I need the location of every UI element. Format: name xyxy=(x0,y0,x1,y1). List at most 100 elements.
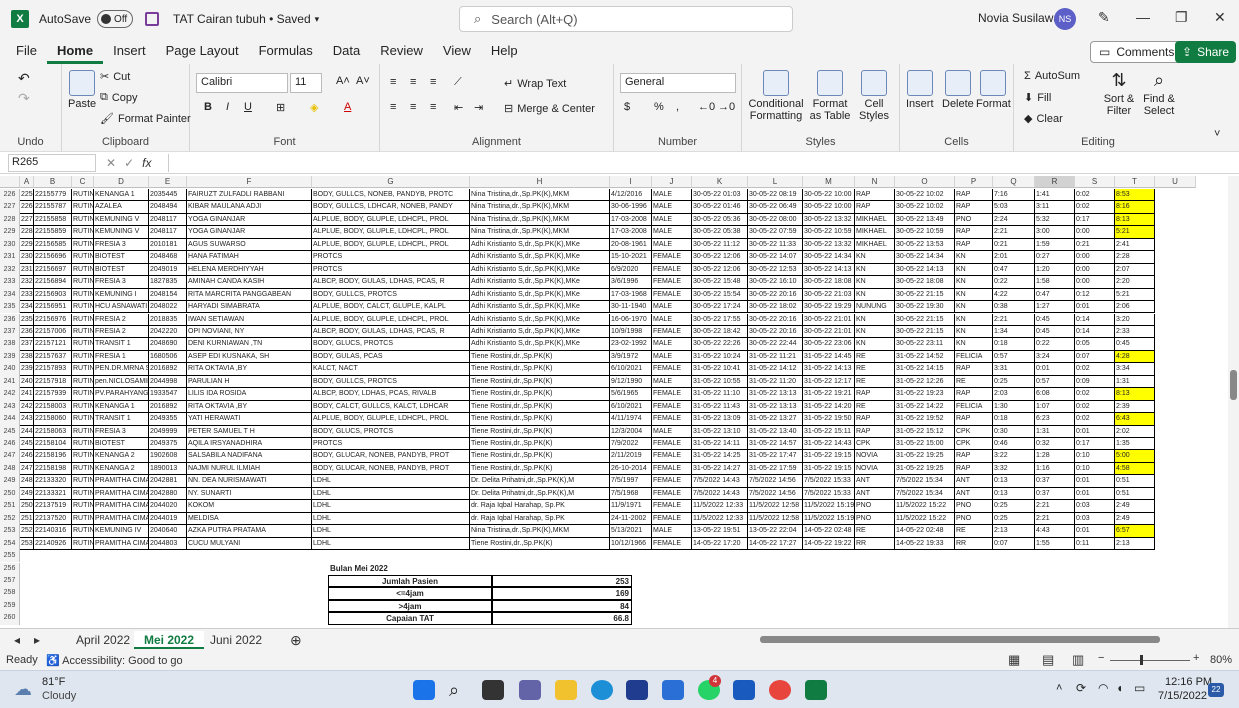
tab-file[interactable]: File xyxy=(6,38,47,64)
table-cell[interactable]: 238 xyxy=(20,350,34,364)
fill-color-icon[interactable]: ◈ xyxy=(310,101,318,114)
table-cell[interactable]: 22158196 xyxy=(34,450,72,463)
table-cell[interactable]: BODY, GULLCS, PROTCS xyxy=(312,375,470,389)
table-cell[interactable]: 22158060 xyxy=(34,413,72,426)
table-cell[interactable]: 22157893 xyxy=(34,363,72,376)
table-cell[interactable]: 3:00 xyxy=(1035,226,1075,239)
table-cell[interactable]: 31-05-22 13:10 xyxy=(692,425,748,438)
table-cell[interactable]: 2:06 xyxy=(1115,301,1155,314)
table-cell[interactable]: RUTIN xyxy=(72,400,94,414)
table-cell[interactable]: 31-05-22 14:20 xyxy=(803,400,855,414)
close-icon[interactable]: ✕ xyxy=(1214,9,1226,26)
table-cell[interactable]: BODY, GULAS, PCAS xyxy=(312,350,470,364)
table-cell[interactable]: MALE xyxy=(652,238,692,252)
table-cell[interactable]: 7/5/2022 15:33 xyxy=(803,475,855,488)
row-number[interactable]: 247 xyxy=(0,450,20,463)
table-cell[interactable]: RUTIN xyxy=(72,462,94,476)
excel-taskbar-icon[interactable] xyxy=(805,680,827,700)
table-cell[interactable]: 11/5/2022 12:33 xyxy=(692,512,748,526)
table-cell[interactable]: 22155787 xyxy=(34,201,72,214)
column-header-q[interactable]: Q xyxy=(993,176,1035,188)
table-cell[interactable]: RUTIN xyxy=(72,438,94,451)
table-cell[interactable]: FEMALE xyxy=(652,462,692,476)
table-cell[interactable]: RUTIN xyxy=(72,201,94,214)
table-cell[interactable]: 22157006 xyxy=(34,325,72,339)
table-cell[interactable]: 0:07 xyxy=(1075,350,1115,364)
table-cell[interactable]: 31-05-22 15:11 xyxy=(803,425,855,438)
table-cell[interactable]: 30-05-22 15:54 xyxy=(692,288,748,302)
table-cell[interactable]: 4:43 xyxy=(1035,525,1075,538)
column-header-b[interactable]: B xyxy=(34,176,72,188)
table-cell[interactable]: 30-05-22 12:06 xyxy=(692,263,748,277)
table-cell[interactable]: 0:00 xyxy=(1075,276,1115,289)
table-cell[interactable]: 1:55 xyxy=(1035,537,1075,551)
table-cell[interactable]: 30-11-1940 xyxy=(610,301,652,314)
table-cell[interactable]: RUTIN xyxy=(72,238,94,252)
table-cell[interactable]: 228 xyxy=(20,226,34,239)
table-cell[interactable]: 7/9/2022 xyxy=(610,438,652,451)
table-cell[interactable]: FAIRUZT ZULFADLI RABBANI xyxy=(187,189,312,202)
table-cell[interactable]: 1:31 xyxy=(1115,375,1155,389)
table-cell[interactable]: MIKHAEL xyxy=(855,238,895,252)
table-cell[interactable]: 0:17 xyxy=(1075,213,1115,227)
row-number[interactable]: 237 xyxy=(0,325,20,339)
accessibility-status[interactable]: ♿ Accessibility: Good to go xyxy=(46,654,183,667)
column-header-l[interactable]: L xyxy=(748,176,803,188)
table-cell[interactable]: RAP xyxy=(955,462,993,476)
table-cell[interactable]: MALE xyxy=(652,525,692,538)
find-select-button[interactable]: ⌕ Find & Select xyxy=(1140,70,1178,117)
table-cell[interactable]: FRESIA 1 xyxy=(94,350,149,364)
table-cell[interactable]: 231 xyxy=(20,263,34,277)
table-cell[interactable]: 14-05-22 17:20 xyxy=(692,537,748,551)
table-cell[interactable]: MALE xyxy=(652,226,692,239)
table-cell[interactable]: ALPLUE, BODY, GLUPLE, LDHCPL, PROL xyxy=(312,413,470,426)
table-cell[interactable]: PNO xyxy=(955,500,993,513)
table-cell[interactable]: Tiene Rostini,dr.,Sp.PK(K) xyxy=(470,425,610,438)
increase-font-icon[interactable]: A˄ xyxy=(336,75,350,87)
table-cell[interactable]: 31-05-22 19:25 xyxy=(895,450,955,463)
table-cell[interactable]: 30-05-22 21:03 xyxy=(803,288,855,302)
table-cell[interactable]: 2:49 xyxy=(1115,512,1155,526)
table-cell[interactable]: PROTCS xyxy=(312,251,470,264)
align-bottom-icon[interactable]: ≡ xyxy=(430,76,436,88)
table-cell[interactable]: 30-05-22 19:29 xyxy=(803,301,855,314)
table-cell[interactable]: 2049375 xyxy=(149,438,187,451)
table-cell[interactable]: ALBCP, BODY, GULAS, LDHAS, PCAS, R xyxy=(312,325,470,339)
table-cell[interactable]: PROTCS xyxy=(312,263,470,277)
prev-sheet-icon[interactable]: ◂ xyxy=(10,631,24,649)
table-cell[interactable]: FEMALE xyxy=(652,263,692,277)
table-cell[interactable]: 31-05-22 19:23 xyxy=(895,388,955,401)
table-cell[interactable]: 1:27 xyxy=(1035,301,1075,314)
row-number[interactable]: 246 xyxy=(0,438,20,451)
table-cell[interactable]: RAP xyxy=(855,388,895,401)
redo-icon[interactable]: ↷ xyxy=(18,90,30,107)
select-all-corner[interactable] xyxy=(0,176,20,188)
table-cell[interactable]: KN xyxy=(855,251,895,264)
table-cell[interactable]: KN xyxy=(955,263,993,277)
table-cell[interactable]: 22155859 xyxy=(34,226,72,239)
table-cell[interactable]: KENANGA 1 xyxy=(94,400,149,414)
table-cell[interactable]: 30-05-22 18:08 xyxy=(803,276,855,289)
table-cell[interactable]: 0:12 xyxy=(1075,288,1115,302)
table-cell[interactable]: 16-06-1970 xyxy=(610,313,652,326)
table-cell[interactable]: 3:34 xyxy=(1115,363,1155,376)
table-cell[interactable]: 8:13 xyxy=(1115,388,1155,401)
tab-review[interactable]: Review xyxy=(370,38,433,64)
table-cell[interactable]: 236 xyxy=(20,325,34,339)
table-cell[interactable]: FEMALE xyxy=(652,438,692,451)
table-cell[interactable]: 2048117 xyxy=(149,213,187,227)
table-cell[interactable]: 0:07 xyxy=(993,537,1035,551)
table-cell[interactable]: 2042880 xyxy=(149,487,187,501)
decrease-decimal-icon[interactable]: →0 xyxy=(718,101,735,113)
table-cell[interactable]: 0:51 xyxy=(1115,487,1155,501)
table-cell[interactable]: 22156976 xyxy=(34,313,72,326)
table-cell[interactable]: 31-05-22 10:41 xyxy=(692,363,748,376)
row-number[interactable]: 252 xyxy=(0,512,20,526)
table-cell[interactable]: 30-06-1996 xyxy=(610,201,652,214)
table-cell[interactable]: KN xyxy=(855,288,895,302)
table-cell[interactable]: 30-05-22 18:08 xyxy=(895,276,955,289)
table-cell[interactable]: 2048117 xyxy=(149,226,187,239)
defender-icon[interactable] xyxy=(662,680,684,700)
table-cell[interactable]: RUTIN xyxy=(72,413,94,426)
table-cell[interactable]: RUTIN xyxy=(72,263,94,277)
